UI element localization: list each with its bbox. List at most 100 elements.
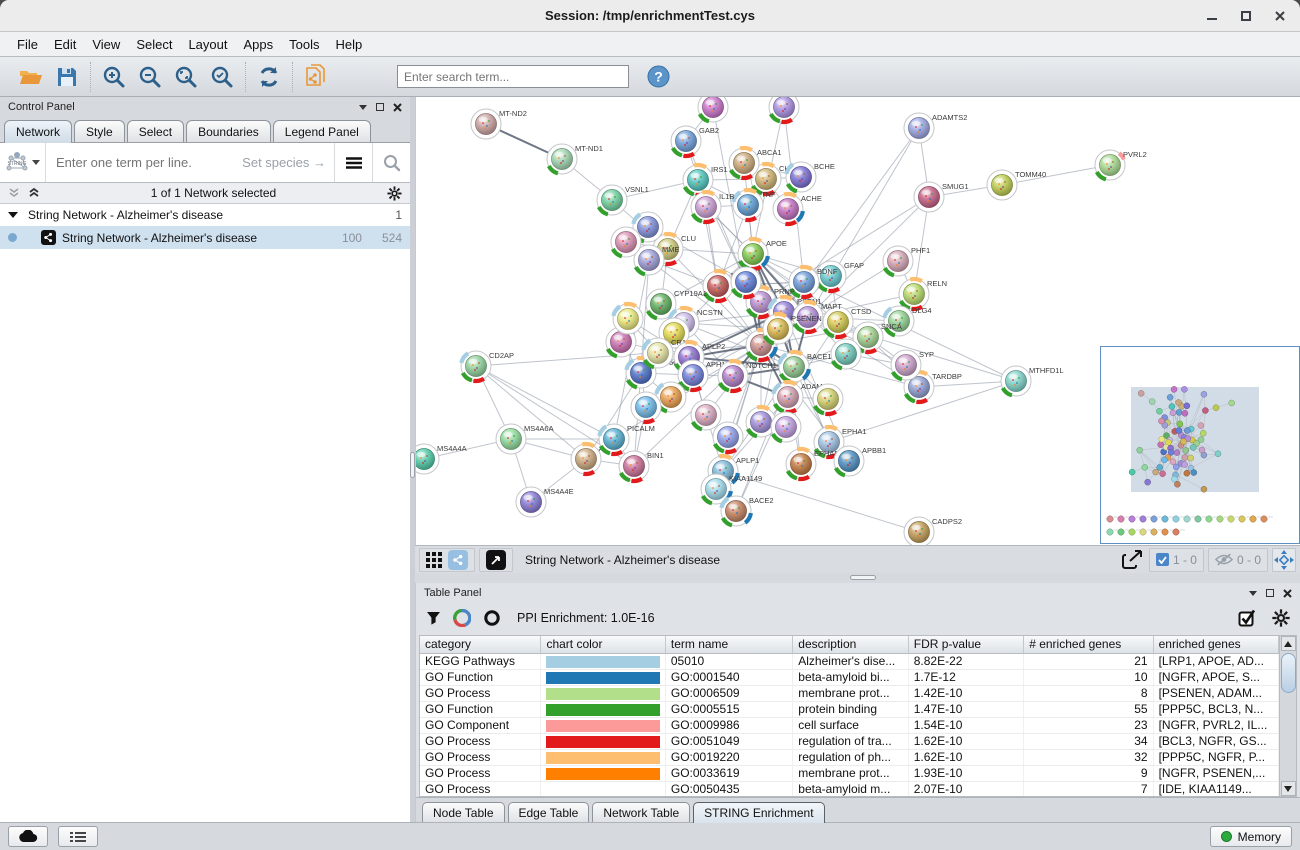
network-node[interactable]: CD2AP: [461, 351, 514, 381]
network-node[interactable]: BACE2: [721, 496, 774, 526]
column-header-category[interactable]: category: [420, 636, 541, 653]
string-query-input[interactable]: [54, 154, 234, 171]
column-header-FDR-p-value[interactable]: FDR p-value: [909, 636, 1024, 653]
column-header-enriched-genes[interactable]: enriched genes: [1154, 636, 1279, 653]
network-row[interactable]: String Network - Alzheimer's disease 100…: [0, 226, 410, 249]
tab-node-table[interactable]: Node Table: [422, 802, 505, 822]
ring-chart-icon[interactable]: [483, 609, 501, 627]
network-node[interactable]: BIN1: [619, 451, 664, 481]
network-node[interactable]: [731, 267, 761, 297]
table-row[interactable]: GO ComponentGO:0009986cell surface1.54E-…: [420, 718, 1279, 734]
string-options-icon[interactable]: [334, 143, 372, 182]
splitter-handle-h[interactable]: [850, 575, 876, 580]
menu-help[interactable]: Help: [329, 35, 370, 54]
minimize-button[interactable]: [1206, 10, 1218, 22]
network-node[interactable]: EPHA5: [786, 449, 839, 479]
zoom-selected-icon[interactable]: [209, 64, 235, 90]
network-node[interactable]: BACE1: [779, 352, 832, 382]
expand-all-icon[interactable]: [28, 187, 40, 199]
search-input[interactable]: [397, 65, 629, 88]
tab-legend-panel[interactable]: Legend Panel: [273, 120, 371, 142]
table-panel-float-icon[interactable]: [1266, 589, 1274, 597]
table-row[interactable]: KEGG Pathways05010Alzheimer's dise...8.8…: [420, 654, 1279, 670]
export-network-icon[interactable]: [1121, 548, 1145, 572]
column-header-chart-color[interactable]: chart color: [541, 636, 665, 653]
open-session-icon[interactable]: [18, 64, 44, 90]
network-node[interactable]: [769, 97, 799, 122]
tab-style[interactable]: Style: [74, 120, 125, 142]
column-header-term-name[interactable]: term name: [666, 636, 793, 653]
collapse-all-icon[interactable]: [8, 187, 20, 199]
network-node[interactable]: VSNL1: [597, 185, 649, 215]
scroll-down-arrow[interactable]: [1281, 781, 1296, 796]
table-row[interactable]: GO FunctionGO:0005515protein binding1.47…: [420, 702, 1279, 718]
horizontal-splitter[interactable]: [415, 573, 1300, 583]
filter-icon[interactable]: [426, 611, 441, 625]
cloud-button[interactable]: [8, 826, 48, 847]
string-logo-icon[interactable]: STRING: [0, 143, 46, 182]
memory-button[interactable]: Memory: [1210, 826, 1292, 847]
select-all-checkbox-icon[interactable]: [1238, 609, 1256, 627]
panel-float-icon[interactable]: [376, 103, 384, 111]
help-icon[interactable]: ?: [645, 64, 671, 90]
network-node[interactable]: TNF: [733, 190, 776, 220]
tab-select[interactable]: Select: [127, 120, 184, 142]
open-in-new-icon[interactable]: [486, 550, 506, 570]
network-view[interactable]: MT-ND2MT-ND1VSNL1GAB2ADAMTS2PVRL2SMUG1TO…: [415, 97, 1300, 545]
network-node[interactable]: SMUG1: [914, 182, 969, 212]
network-node[interactable]: SNCA: [853, 322, 902, 352]
collection-expand-icon[interactable]: [8, 211, 22, 219]
network-node[interactable]: [831, 339, 861, 369]
menu-tools[interactable]: Tools: [282, 35, 326, 54]
network-node[interactable]: [613, 304, 643, 334]
string-search-icon[interactable]: [372, 143, 410, 182]
set-species-link[interactable]: Set species →: [242, 155, 326, 170]
network-node[interactable]: APOE: [738, 239, 787, 269]
network-node[interactable]: [631, 392, 661, 422]
settings-gear-icon[interactable]: [1272, 609, 1290, 627]
import-network-icon[interactable]: [303, 64, 329, 90]
network-node[interactable]: APBB1: [834, 446, 886, 476]
menu-view[interactable]: View: [85, 35, 127, 54]
network-node[interactable]: MTHFD1L: [1001, 366, 1064, 396]
network-node[interactable]: [698, 97, 728, 122]
birdseye-view[interactable]: [1100, 346, 1300, 544]
scroll-up-arrow[interactable]: [1281, 636, 1296, 651]
table-row[interactable]: GO ProcessGO:0033619membrane prot...1.93…: [420, 766, 1279, 782]
network-node[interactable]: [771, 412, 801, 442]
network-node[interactable]: MT-ND2: [471, 109, 527, 139]
tab-network[interactable]: Network: [4, 120, 72, 143]
pie-chart-icon[interactable]: [453, 609, 471, 627]
string-share-icon[interactable]: [448, 550, 468, 570]
network-node[interactable]: CADPS2: [904, 517, 962, 545]
network-node[interactable]: PHF1: [883, 246, 930, 276]
network-node[interactable]: MS4A4A: [416, 444, 467, 474]
tab-boundaries[interactable]: Boundaries: [186, 120, 271, 142]
tab-string-enrichment[interactable]: STRING Enrichment: [693, 802, 824, 823]
zoom-in-icon[interactable]: [101, 64, 127, 90]
grid-view-icon[interactable]: [426, 552, 442, 568]
network-node[interactable]: ADAMTS2: [904, 113, 967, 143]
menu-edit[interactable]: Edit: [47, 35, 83, 54]
network-node[interactable]: PICALM: [599, 424, 655, 454]
network-node[interactable]: [813, 384, 843, 414]
network-node[interactable]: ACHE: [773, 194, 822, 224]
selected-checkbox-icon[interactable]: [1156, 553, 1169, 566]
network-node[interactable]: [691, 400, 721, 430]
save-session-icon[interactable]: [54, 64, 80, 90]
network-node[interactable]: [611, 227, 641, 257]
hidden-eye-icon[interactable]: [1215, 553, 1233, 566]
menu-layout[interactable]: Layout: [181, 35, 234, 54]
column-header-description[interactable]: description: [793, 636, 908, 653]
network-node[interactable]: MS4A4E: [516, 487, 574, 517]
network-node[interactable]: GAB2: [671, 126, 719, 156]
table-panel-close-icon[interactable]: [1283, 589, 1292, 598]
network-options-gear-icon[interactable]: [387, 186, 402, 201]
panel-close-icon[interactable]: [393, 103, 402, 112]
network-node[interactable]: PVRL2: [1095, 150, 1147, 180]
network-node[interactable]: [713, 422, 743, 452]
network-collection-row[interactable]: String Network - Alzheimer's disease 1: [0, 204, 410, 226]
network-node[interactable]: BCHE: [786, 162, 835, 192]
close-button[interactable]: [1274, 10, 1286, 22]
panel-menu-icon[interactable]: [359, 105, 367, 110]
